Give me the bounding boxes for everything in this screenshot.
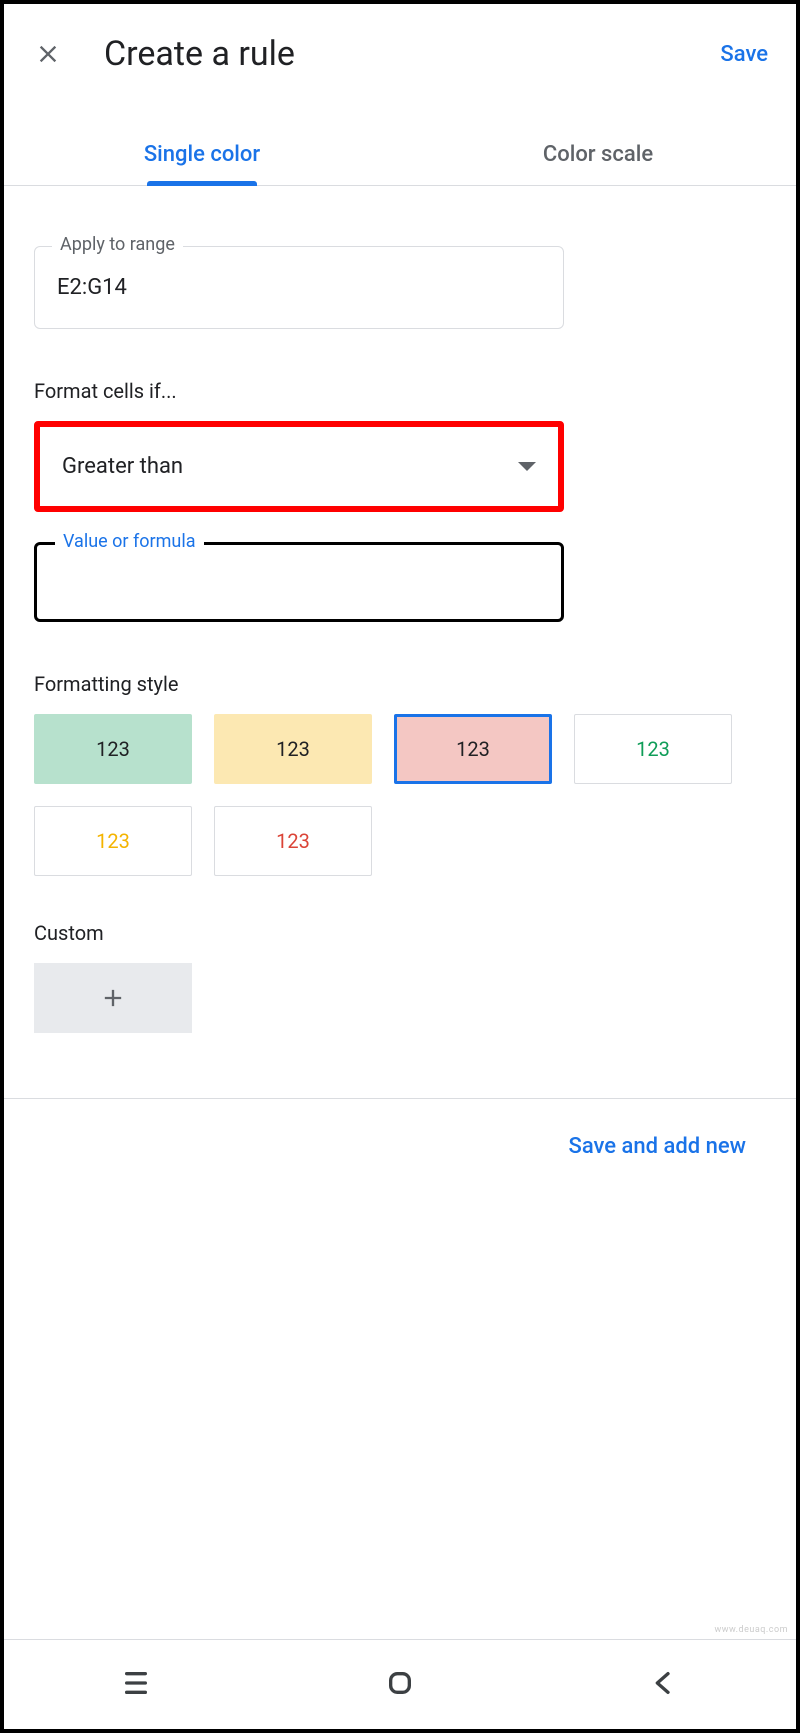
custom-label: Custom [34, 921, 766, 945]
condition-label: Format cells if... [34, 379, 766, 403]
style-swatch-pink-fill-selected[interactable]: 123 [394, 714, 552, 784]
header: Create a rule Save [4, 4, 796, 104]
condition-value: Greater than [62, 454, 183, 479]
formula-label: Value or formula [55, 531, 204, 552]
tab-color-scale[interactable]: Color scale [400, 124, 796, 185]
custom-add-button[interactable] [34, 963, 192, 1033]
page-title: Create a rule [104, 34, 720, 74]
watermark: www.deuaq.com [714, 1625, 788, 1635]
save-button[interactable]: Save [720, 42, 768, 67]
style-swatch-green-fill[interactable]: 123 [34, 714, 192, 784]
style-grid: 123 123 123 123 123 123 [34, 714, 766, 876]
range-label: Apply to range [52, 234, 183, 255]
close-icon[interactable] [32, 38, 64, 70]
formula-input[interactable]: Value or formula [34, 542, 564, 622]
nav-back-icon[interactable] [648, 1667, 680, 1703]
nav-recents-icon[interactable] [120, 1667, 152, 1703]
nav-home-icon[interactable] [384, 1667, 416, 1703]
content: Apply to range E2:G14 Format cells if...… [4, 186, 796, 1063]
condition-dropdown[interactable]: Greater than [34, 421, 564, 512]
tab-single-color[interactable]: Single color [4, 124, 400, 185]
style-swatch-yellow-fill[interactable]: 123 [214, 714, 372, 784]
range-field-wrapper: Apply to range E2:G14 [34, 246, 766, 329]
style-swatch-red-text[interactable]: 123 [214, 806, 372, 876]
custom-section: Custom [34, 921, 766, 1033]
tabs: Single color Color scale [4, 124, 796, 186]
style-swatch-yellow-text[interactable]: 123 [34, 806, 192, 876]
style-swatch-green-text[interactable]: 123 [574, 714, 732, 784]
system-nav-bar [4, 1639, 796, 1729]
chevron-down-icon [518, 462, 536, 471]
range-input[interactable]: E2:G14 [34, 246, 564, 329]
save-and-add-new-button[interactable]: Save and add new [4, 1099, 796, 1194]
style-label: Formatting style [34, 672, 766, 696]
plus-icon [99, 984, 127, 1012]
